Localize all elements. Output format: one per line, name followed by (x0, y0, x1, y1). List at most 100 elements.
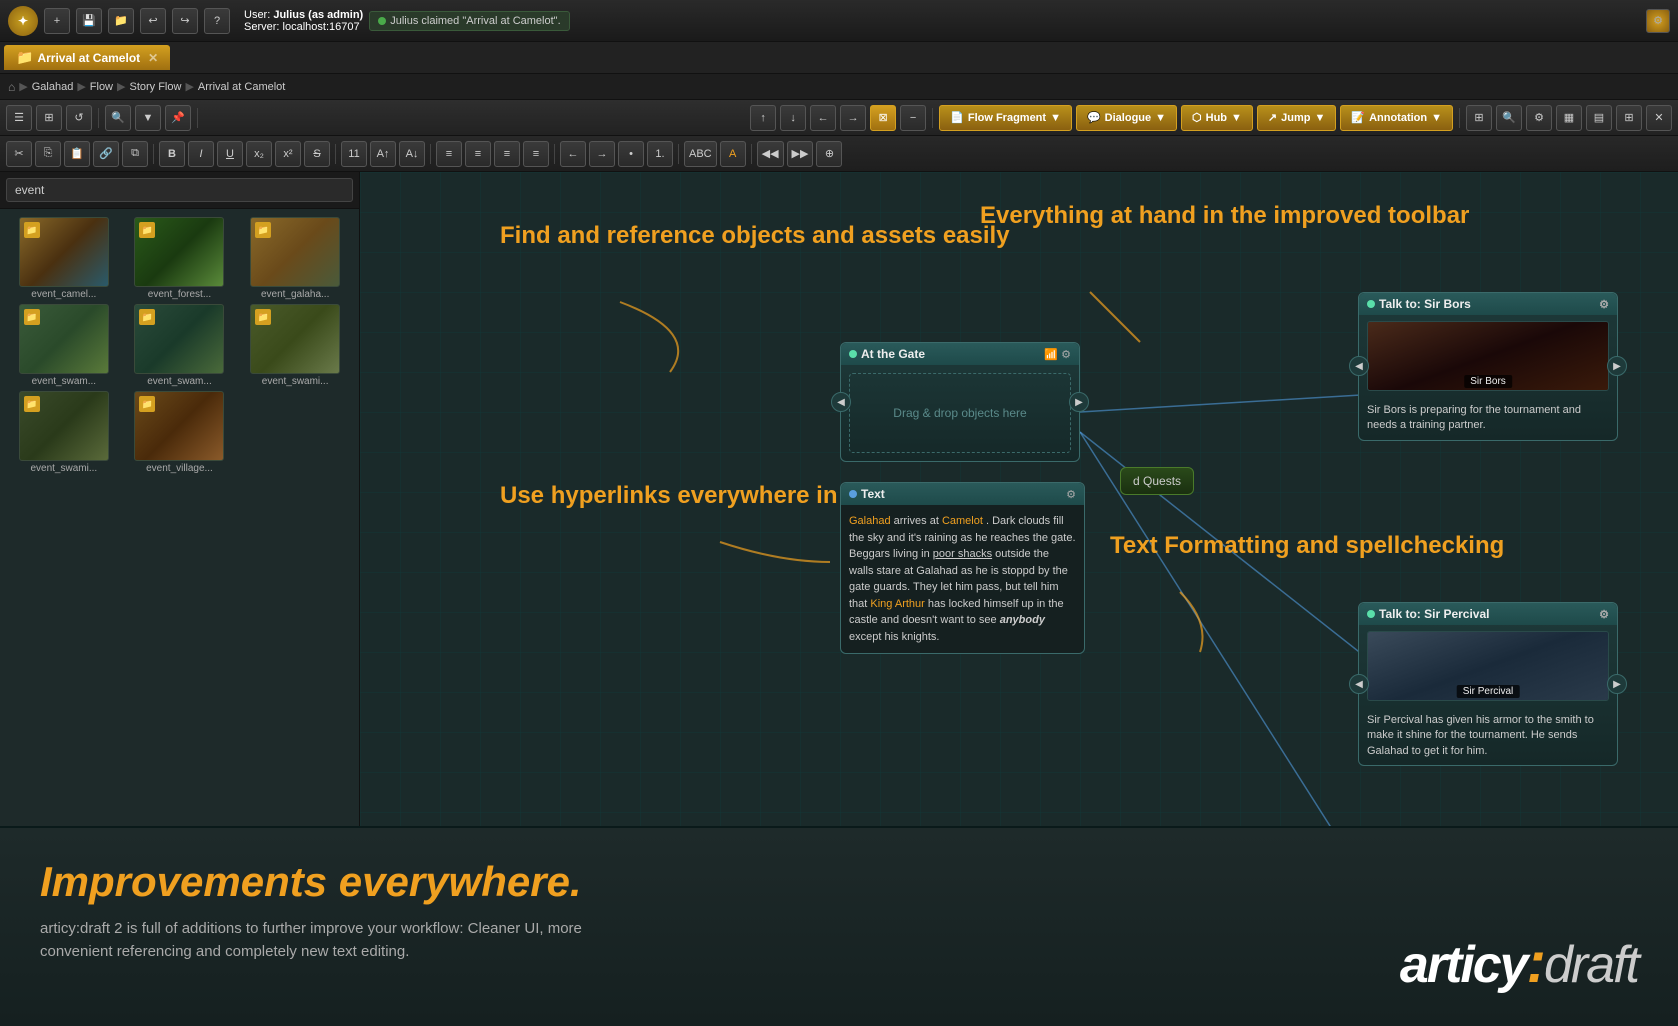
tb2-cut[interactable]: ✂ (6, 141, 32, 167)
callout-find: Find and reference objects and assets ea… (500, 222, 1010, 251)
node-at-gate[interactable]: At the Gate 📶 ⚙ Drag & drop objects here… (840, 342, 1080, 462)
tb2-strikethrough[interactable]: S (304, 141, 330, 167)
percival-settings-icon[interactable]: ⚙ (1599, 608, 1609, 621)
breadcrumb-galahad[interactable]: Galahad (32, 81, 74, 93)
node-drop-zone[interactable]: Drag & drop objects here (849, 373, 1071, 453)
tb2-fontsize-up[interactable]: A↑ (370, 141, 396, 167)
breadcrumb-arrival[interactable]: Arrival at Camelot (198, 81, 285, 93)
annotation-dropdown[interactable]: ▼ (1431, 112, 1442, 124)
percival-connector-left[interactable]: ◀ (1349, 674, 1369, 694)
tb-more1[interactable]: ⊞ (1466, 105, 1492, 131)
tb2-list-num[interactable]: 1. (647, 141, 673, 167)
tb2-spellcheck[interactable]: ABC (684, 141, 717, 167)
breadcrumb-flow[interactable]: Flow (90, 81, 113, 93)
tb2-bold[interactable]: B (159, 141, 185, 167)
tb-more2[interactable]: 🔍 (1496, 105, 1522, 131)
tb2-more[interactable]: ⊕ (816, 141, 842, 167)
tb-pin-btn[interactable]: 📌 (165, 105, 191, 131)
tb-filter-btn[interactable]: ▼ (135, 105, 161, 131)
open-button[interactable]: 📁 (108, 8, 134, 34)
tb2-indent-less[interactable]: ← (560, 141, 586, 167)
tb2-align-left[interactable]: ≡ (436, 141, 462, 167)
breadcrumb-story-flow[interactable]: Story Flow (129, 81, 181, 93)
canvas[interactable]: Find and reference objects and assets ea… (360, 172, 1678, 826)
tb-arrow-left[interactable]: ← (810, 105, 836, 131)
save-button[interactable]: 💾 (76, 8, 102, 34)
help-button[interactable]: ? (204, 8, 230, 34)
tb-dialogue[interactable]: 💬 Dialogue ▼ (1076, 105, 1177, 131)
tb2-next[interactable]: ▶▶ (787, 141, 814, 167)
hub-dropdown[interactable]: ▼ (1231, 112, 1242, 124)
node-text-settings[interactable]: ⚙ (1066, 488, 1076, 501)
node-quests[interactable]: d Quests (1120, 467, 1194, 495)
tb-grid-view[interactable]: ⊞ (36, 105, 62, 131)
sidebar-thumb-forest: 📁 (134, 217, 224, 287)
tb2-superscript[interactable]: x² (275, 141, 301, 167)
tb-flow-fragment[interactable]: 📄 Flow Fragment ▼ (939, 105, 1072, 131)
tb-hub[interactable]: ⬡ Hub ▼ (1181, 105, 1253, 131)
app-logo[interactable]: ✦ (8, 6, 38, 36)
tb-more3[interactable]: ⚙ (1526, 105, 1552, 131)
redo-button[interactable]: ↪ (172, 8, 198, 34)
node-sir-bors[interactable]: Talk to: Sir Bors ⚙ Sir Bors Sir Bors is… (1358, 292, 1618, 441)
tb-refresh[interactable]: ↺ (66, 105, 92, 131)
tb2-indent-more[interactable]: → (589, 141, 615, 167)
tb-zoom-out[interactable]: − (900, 105, 926, 131)
tb-arrow-down[interactable]: ↓ (780, 105, 806, 131)
jump-dropdown[interactable]: ▼ (1314, 112, 1325, 124)
list-item[interactable]: 📁 event_swam... (124, 304, 236, 387)
node-connector-left[interactable]: ◀ (831, 392, 851, 412)
tb-jump[interactable]: ↗ Jump ▼ (1257, 105, 1336, 131)
list-item[interactable]: 📁 event_village... (124, 391, 236, 474)
tb-close[interactable]: ✕ (1646, 105, 1672, 131)
tab-close-icon[interactable]: ✕ (148, 51, 158, 65)
tb2-underline[interactable]: U (217, 141, 243, 167)
list-item[interactable]: 📁 event_swam... (8, 304, 120, 387)
list-item[interactable]: 📁 event_swami... (8, 391, 120, 474)
list-item[interactable]: 📁 event_galaha... (239, 217, 351, 300)
node-wifi-icon[interactable]: 📶 (1044, 348, 1058, 361)
undo-button[interactable]: ↩ (140, 8, 166, 34)
tb2-paste[interactable]: 📋 (64, 141, 90, 167)
list-item[interactable]: 📁 event_forest... (124, 217, 236, 300)
tb2-prev[interactable]: ◀◀ (757, 141, 784, 167)
tb-arrow-right[interactable]: → (840, 105, 866, 131)
tb-grid3[interactable]: ⊞ (1616, 105, 1642, 131)
tb2-italic[interactable]: I (188, 141, 214, 167)
tb2-align-justify[interactable]: ≡ (523, 141, 549, 167)
dialogue-dropdown[interactable]: ▼ (1155, 112, 1166, 124)
tb2-copy[interactable]: ⎘ (35, 141, 61, 167)
tb-zoom-fit[interactable]: ⊠ (870, 105, 896, 131)
node-connector-right[interactable]: ▶ (1069, 392, 1089, 412)
tab-arrival-at-camelot[interactable]: 📁 Arrival at Camelot ✕ (4, 45, 170, 70)
settings-button[interactable]: ⚙ (1646, 9, 1670, 33)
tb2-object[interactable]: ⧉ (122, 141, 148, 167)
list-item[interactable]: 📁 event_camel... (8, 217, 120, 300)
list-item[interactable]: 📁 event_swami... (239, 304, 351, 387)
tb2-fontsize-dn[interactable]: A↓ (399, 141, 425, 167)
tb2-link[interactable]: 🔗 (93, 141, 119, 167)
tb-grid1[interactable]: ▦ (1556, 105, 1582, 131)
tb2-fontsize[interactable]: 11 (341, 141, 367, 167)
tb2-align-right[interactable]: ≡ (494, 141, 520, 167)
percival-connector-right[interactable]: ▶ (1607, 674, 1627, 694)
tb2-subscript[interactable]: x₂ (246, 141, 272, 167)
tb-search-btn[interactable]: 🔍 (105, 105, 131, 131)
tb2-list-bullet[interactable]: • (618, 141, 644, 167)
tb-list-view[interactable]: ☰ (6, 105, 32, 131)
search-input[interactable] (6, 178, 353, 202)
flow-fragment-dropdown[interactable]: ▼ (1050, 112, 1061, 124)
new-button[interactable]: + (44, 8, 70, 34)
tb-annotation[interactable]: 📝 Annotation ▼ (1340, 105, 1453, 131)
node-settings-icon[interactable]: ⚙ (1061, 348, 1071, 361)
bors-connector-right[interactable]: ▶ (1607, 356, 1627, 376)
tb-grid2[interactable]: ▤ (1586, 105, 1612, 131)
tb2-align-center[interactable]: ≡ (465, 141, 491, 167)
breadcrumb-home[interactable]: ⌂ (8, 80, 15, 94)
bors-connector-left[interactable]: ◀ (1349, 356, 1369, 376)
node-sir-percival[interactable]: Talk to: Sir Percival ⚙ Sir Percival Sir… (1358, 602, 1618, 766)
node-story-text[interactable]: Text ⚙ Galahad arrives at Camelot . Dark… (840, 482, 1085, 654)
tb-arrow-up[interactable]: ↑ (750, 105, 776, 131)
bors-settings-icon[interactable]: ⚙ (1599, 298, 1609, 311)
tb2-color[interactable]: A (720, 141, 746, 167)
